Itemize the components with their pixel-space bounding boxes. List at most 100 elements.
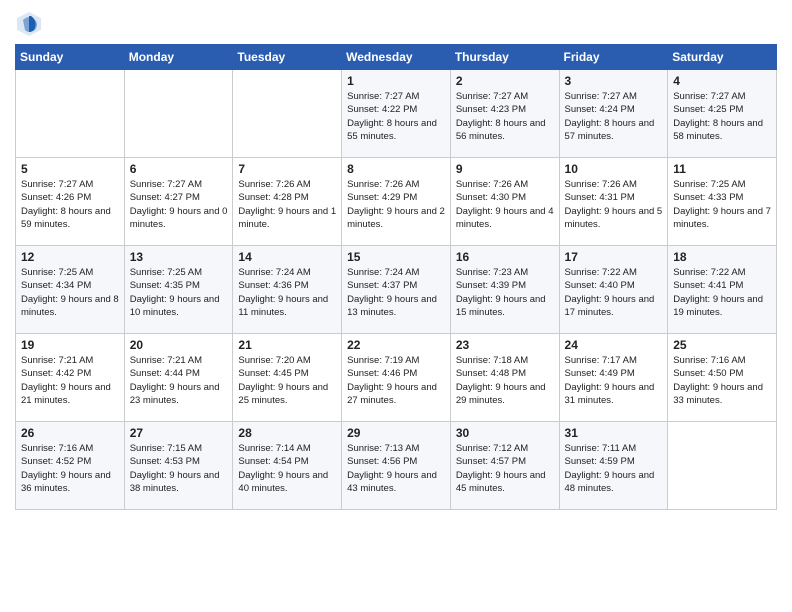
weekday-row: SundayMondayTuesdayWednesdayThursdayFrid… <box>16 45 777 70</box>
day-info: Sunrise: 7:21 AM Sunset: 4:44 PM Dayligh… <box>130 354 228 407</box>
day-info: Sunrise: 7:25 AM Sunset: 4:35 PM Dayligh… <box>130 266 228 319</box>
calendar-cell: 5 Sunrise: 7:27 AM Sunset: 4:26 PM Daylig… <box>16 158 125 246</box>
weekday-header: Sunday <box>16 45 125 70</box>
calendar-cell: 7 Sunrise: 7:26 AM Sunset: 4:28 PM Daylig… <box>233 158 342 246</box>
day-number: 19 <box>21 338 119 352</box>
day-number: 28 <box>238 426 336 440</box>
day-number: 10 <box>565 162 663 176</box>
weekday-header: Monday <box>124 45 233 70</box>
day-number: 18 <box>673 250 771 264</box>
day-number: 6 <box>130 162 228 176</box>
calendar-cell <box>233 70 342 158</box>
day-number: 2 <box>456 74 554 88</box>
logo-icon <box>15 10 43 38</box>
day-number: 26 <box>21 426 119 440</box>
day-info: Sunrise: 7:12 AM Sunset: 4:57 PM Dayligh… <box>456 442 554 495</box>
calendar-cell <box>124 70 233 158</box>
calendar-cell: 2Sunrise: 7:27 AM Sunset: 4:23 PM Daylig… <box>450 70 559 158</box>
day-info: Sunrise: 7:24 AM Sunset: 4:37 PM Dayligh… <box>347 266 445 319</box>
day-number: 27 <box>130 426 228 440</box>
day-number: 12 <box>21 250 119 264</box>
day-info: Sunrise: 7:11 AM Sunset: 4:59 PM Dayligh… <box>565 442 663 495</box>
day-number: 3 <box>565 74 663 88</box>
day-number: 20 <box>130 338 228 352</box>
calendar-body: 1Sunrise: 7:27 AM Sunset: 4:22 PM Daylig… <box>16 70 777 510</box>
day-number: 17 <box>565 250 663 264</box>
day-info: Sunrise: 7:26 AM Sunset: 4:29 PM Dayligh… <box>347 178 445 231</box>
weekday-header: Thursday <box>450 45 559 70</box>
day-info: Sunrise: 7:26 AM Sunset: 4:28 PM Dayligh… <box>238 178 336 231</box>
day-number: 8 <box>347 162 445 176</box>
calendar-week-row: 12 Sunrise: 7:25 AM Sunset: 4:34 PM Dayli… <box>16 246 777 334</box>
calendar-week-row: 26 Sunrise: 7:16 AM Sunset: 4:52 PM Dayli… <box>16 422 777 510</box>
day-number: 21 <box>238 338 336 352</box>
day-info: Sunrise: 7:21 AM Sunset: 4:42 PM Dayligh… <box>21 354 119 407</box>
calendar-cell: 30 Sunrise: 7:12 AM Sunset: 4:57 PM Dayli… <box>450 422 559 510</box>
page: SundayMondayTuesdayWednesdayThursdayFrid… <box>0 0 792 612</box>
day-info: Sunrise: 7:26 AM Sunset: 4:31 PM Dayligh… <box>565 178 663 231</box>
calendar-cell: 18Sunrise: 7:22 AM Sunset: 4:41 PM Dayli… <box>668 246 777 334</box>
day-info: Sunrise: 7:17 AM Sunset: 4:49 PM Dayligh… <box>565 354 663 407</box>
calendar-header: SundayMondayTuesdayWednesdayThursdayFrid… <box>16 45 777 70</box>
day-number: 14 <box>238 250 336 264</box>
calendar-cell: 21 Sunrise: 7:20 AM Sunset: 4:45 PM Dayli… <box>233 334 342 422</box>
calendar-cell: 9 Sunrise: 7:26 AM Sunset: 4:30 PM Daylig… <box>450 158 559 246</box>
calendar-cell: 24 Sunrise: 7:17 AM Sunset: 4:49 PM Dayli… <box>559 334 668 422</box>
day-info: Sunrise: 7:14 AM Sunset: 4:54 PM Dayligh… <box>238 442 336 495</box>
day-info: Sunrise: 7:16 AM Sunset: 4:50 PM Dayligh… <box>673 354 771 407</box>
day-number: 23 <box>456 338 554 352</box>
calendar-cell: 31 Sunrise: 7:11 AM Sunset: 4:59 PM Dayli… <box>559 422 668 510</box>
calendar-cell: 19 Sunrise: 7:21 AM Sunset: 4:42 PM Dayli… <box>16 334 125 422</box>
day-info: Sunrise: 7:19 AM Sunset: 4:46 PM Dayligh… <box>347 354 445 407</box>
day-number: 31 <box>565 426 663 440</box>
day-number: 5 <box>21 162 119 176</box>
day-number: 24 <box>565 338 663 352</box>
calendar-cell: 17 Sunrise: 7:22 AM Sunset: 4:40 PM Dayli… <box>559 246 668 334</box>
day-number: 7 <box>238 162 336 176</box>
calendar-cell: 4 Sunrise: 7:27 AM Sunset: 4:25 PM Daylig… <box>668 70 777 158</box>
day-info: Sunrise: 7:27 AM Sunset: 4:25 PM Dayligh… <box>673 90 771 143</box>
calendar-cell: 11Sunrise: 7:25 AM Sunset: 4:33 PM Dayli… <box>668 158 777 246</box>
calendar-cell: 10 Sunrise: 7:26 AM Sunset: 4:31 PM Dayli… <box>559 158 668 246</box>
day-info: Sunrise: 7:15 AM Sunset: 4:53 PM Dayligh… <box>130 442 228 495</box>
day-info: Sunrise: 7:23 AM Sunset: 4:39 PM Dayligh… <box>456 266 554 319</box>
weekday-header: Wednesday <box>342 45 451 70</box>
day-info: Sunrise: 7:18 AM Sunset: 4:48 PM Dayligh… <box>456 354 554 407</box>
calendar-cell: 3 Sunrise: 7:27 AM Sunset: 4:24 PM Daylig… <box>559 70 668 158</box>
calendar-cell: 29 Sunrise: 7:13 AM Sunset: 4:56 PM Dayli… <box>342 422 451 510</box>
day-info: Sunrise: 7:13 AM Sunset: 4:56 PM Dayligh… <box>347 442 445 495</box>
day-number: 22 <box>347 338 445 352</box>
calendar-cell: 6 Sunrise: 7:27 AM Sunset: 4:27 PM Daylig… <box>124 158 233 246</box>
day-number: 9 <box>456 162 554 176</box>
day-info: Sunrise: 7:26 AM Sunset: 4:30 PM Dayligh… <box>456 178 554 231</box>
day-number: 4 <box>673 74 771 88</box>
day-number: 16 <box>456 250 554 264</box>
day-info: Sunrise: 7:22 AM Sunset: 4:40 PM Dayligh… <box>565 266 663 319</box>
day-number: 30 <box>456 426 554 440</box>
calendar-cell: 28 Sunrise: 7:14 AM Sunset: 4:54 PM Dayli… <box>233 422 342 510</box>
calendar-cell: 1Sunrise: 7:27 AM Sunset: 4:22 PM Daylig… <box>342 70 451 158</box>
day-info: Sunrise: 7:20 AM Sunset: 4:45 PM Dayligh… <box>238 354 336 407</box>
weekday-header: Friday <box>559 45 668 70</box>
day-number: 29 <box>347 426 445 440</box>
day-info: Sunrise: 7:25 AM Sunset: 4:34 PM Dayligh… <box>21 266 119 319</box>
calendar-cell: 26 Sunrise: 7:16 AM Sunset: 4:52 PM Dayli… <box>16 422 125 510</box>
day-info: Sunrise: 7:16 AM Sunset: 4:52 PM Dayligh… <box>21 442 119 495</box>
logo <box>15 10 47 38</box>
day-info: Sunrise: 7:27 AM Sunset: 4:22 PM Dayligh… <box>347 90 445 143</box>
weekday-header: Saturday <box>668 45 777 70</box>
day-info: Sunrise: 7:27 AM Sunset: 4:24 PM Dayligh… <box>565 90 663 143</box>
calendar-cell: 23 Sunrise: 7:18 AM Sunset: 4:48 PM Dayli… <box>450 334 559 422</box>
calendar-cell: 27 Sunrise: 7:15 AM Sunset: 4:53 PM Dayli… <box>124 422 233 510</box>
day-info: Sunrise: 7:27 AM Sunset: 4:26 PM Dayligh… <box>21 178 119 231</box>
calendar-table: SundayMondayTuesdayWednesdayThursdayFrid… <box>15 44 777 510</box>
weekday-header: Tuesday <box>233 45 342 70</box>
calendar-cell: 20 Sunrise: 7:21 AM Sunset: 4:44 PM Dayli… <box>124 334 233 422</box>
day-info: Sunrise: 7:27 AM Sunset: 4:27 PM Dayligh… <box>130 178 228 231</box>
header <box>15 10 777 38</box>
calendar-cell <box>668 422 777 510</box>
calendar-cell: 14Sunrise: 7:24 AM Sunset: 4:36 PM Dayli… <box>233 246 342 334</box>
calendar-cell: 25Sunrise: 7:16 AM Sunset: 4:50 PM Dayli… <box>668 334 777 422</box>
day-number: 11 <box>673 162 771 176</box>
calendar-cell: 12 Sunrise: 7:25 AM Sunset: 4:34 PM Dayli… <box>16 246 125 334</box>
